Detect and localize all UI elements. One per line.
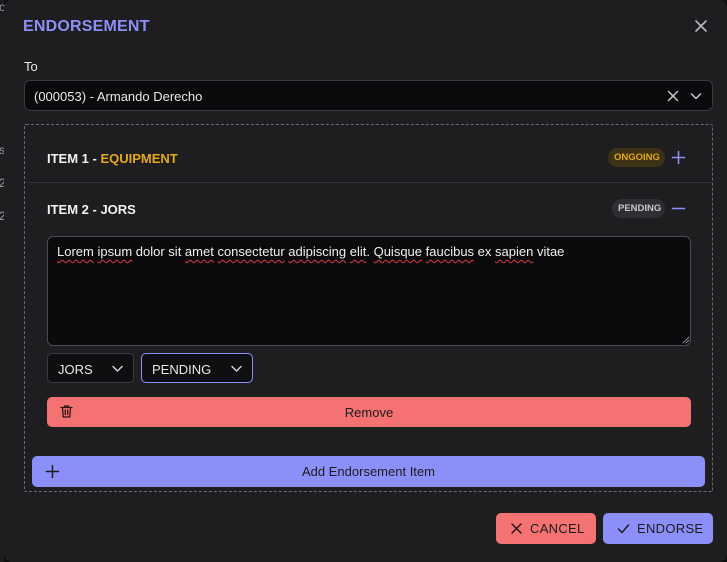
remarks-word: sapien (495, 244, 534, 259)
cancel-button[interactable]: CANCEL (496, 513, 596, 544)
cancel-label: CANCEL (530, 521, 585, 536)
check-icon (617, 524, 630, 534)
endorse-button[interactable]: ENDORSE (603, 513, 713, 544)
remarks-word: elit (349, 244, 367, 259)
remarks-word: amet (184, 244, 214, 259)
remarks-text: vitae (533, 244, 565, 259)
item-status-value: PENDING (152, 362, 212, 377)
add-item-label: Add Endorsement Item (302, 464, 435, 479)
minus-icon[interactable] (671, 201, 686, 216)
clear-icon[interactable] (666, 89, 680, 103)
item-type-value: JORS (58, 362, 93, 377)
endorse-label: ENDORSE (637, 521, 704, 536)
remarks-word: faucibus (425, 244, 475, 259)
item-1-title: ITEM 1 - EQUIPMENT (47, 151, 178, 166)
chevron-down-icon (112, 365, 123, 372)
remarks-word: Quisque (373, 244, 423, 259)
recipient-select[interactable]: (000053) - Armando Derecho (24, 80, 713, 111)
status-badge: PENDING (612, 199, 665, 218)
close-icon[interactable] (692, 17, 710, 35)
remove-item-button[interactable]: Remove (47, 397, 691, 427)
modal-title: ENDORSEMENT (23, 18, 150, 35)
item-type-select[interactable]: JORS (47, 353, 134, 383)
chevron-down-icon[interactable] (689, 89, 703, 103)
item-1-header[interactable]: ITEM 1 - EQUIPMENT ONGOING (26, 133, 712, 183)
item-2-title-prefix: ITEM 2 - (47, 202, 101, 217)
remarks-text: dolor sit (132, 244, 185, 259)
remarks-text: ex (474, 244, 496, 259)
remarks-word: ipsum (97, 244, 133, 259)
chevron-down-icon (231, 365, 242, 372)
resize-grip-icon[interactable] (681, 335, 690, 344)
item-2-title: ITEM 2 - JORS (47, 202, 136, 217)
remarks-word: adipiscing (288, 244, 347, 259)
remarks-text: . (366, 244, 374, 259)
endorsement-modal: ENDORSEMENT To (000053) - Armando Derech… (4, 0, 727, 562)
item-status-select[interactable]: PENDING (141, 353, 253, 383)
remove-label: Remove (344, 405, 394, 420)
to-label: To (24, 59, 38, 74)
x-icon (511, 523, 522, 534)
item-2-header[interactable]: ITEM 2 - JORS PENDING (26, 184, 712, 234)
item-1-title-prefix: ITEM 1 - (47, 151, 101, 166)
status-badge: ONGOING (608, 148, 665, 167)
recipient-value: (000053) - Armando Derecho (34, 89, 203, 104)
plus-icon[interactable] (671, 150, 686, 165)
add-endorsement-item-button[interactable]: Add Endorsement Item (32, 456, 705, 487)
remarks-word: Lorem (57, 244, 94, 259)
remarks-textarea[interactable]: Lorem ipsum dolor sit amet consectetur a… (47, 236, 691, 346)
item-2-title-category: JORS (100, 202, 136, 217)
endorsement-items: ITEM 1 - EQUIPMENT ONGOING ITEM 2 - JORS… (24, 124, 713, 492)
remarks-word: consectetur (217, 244, 285, 259)
item-1-title-category: EQUIPMENT (100, 151, 178, 166)
